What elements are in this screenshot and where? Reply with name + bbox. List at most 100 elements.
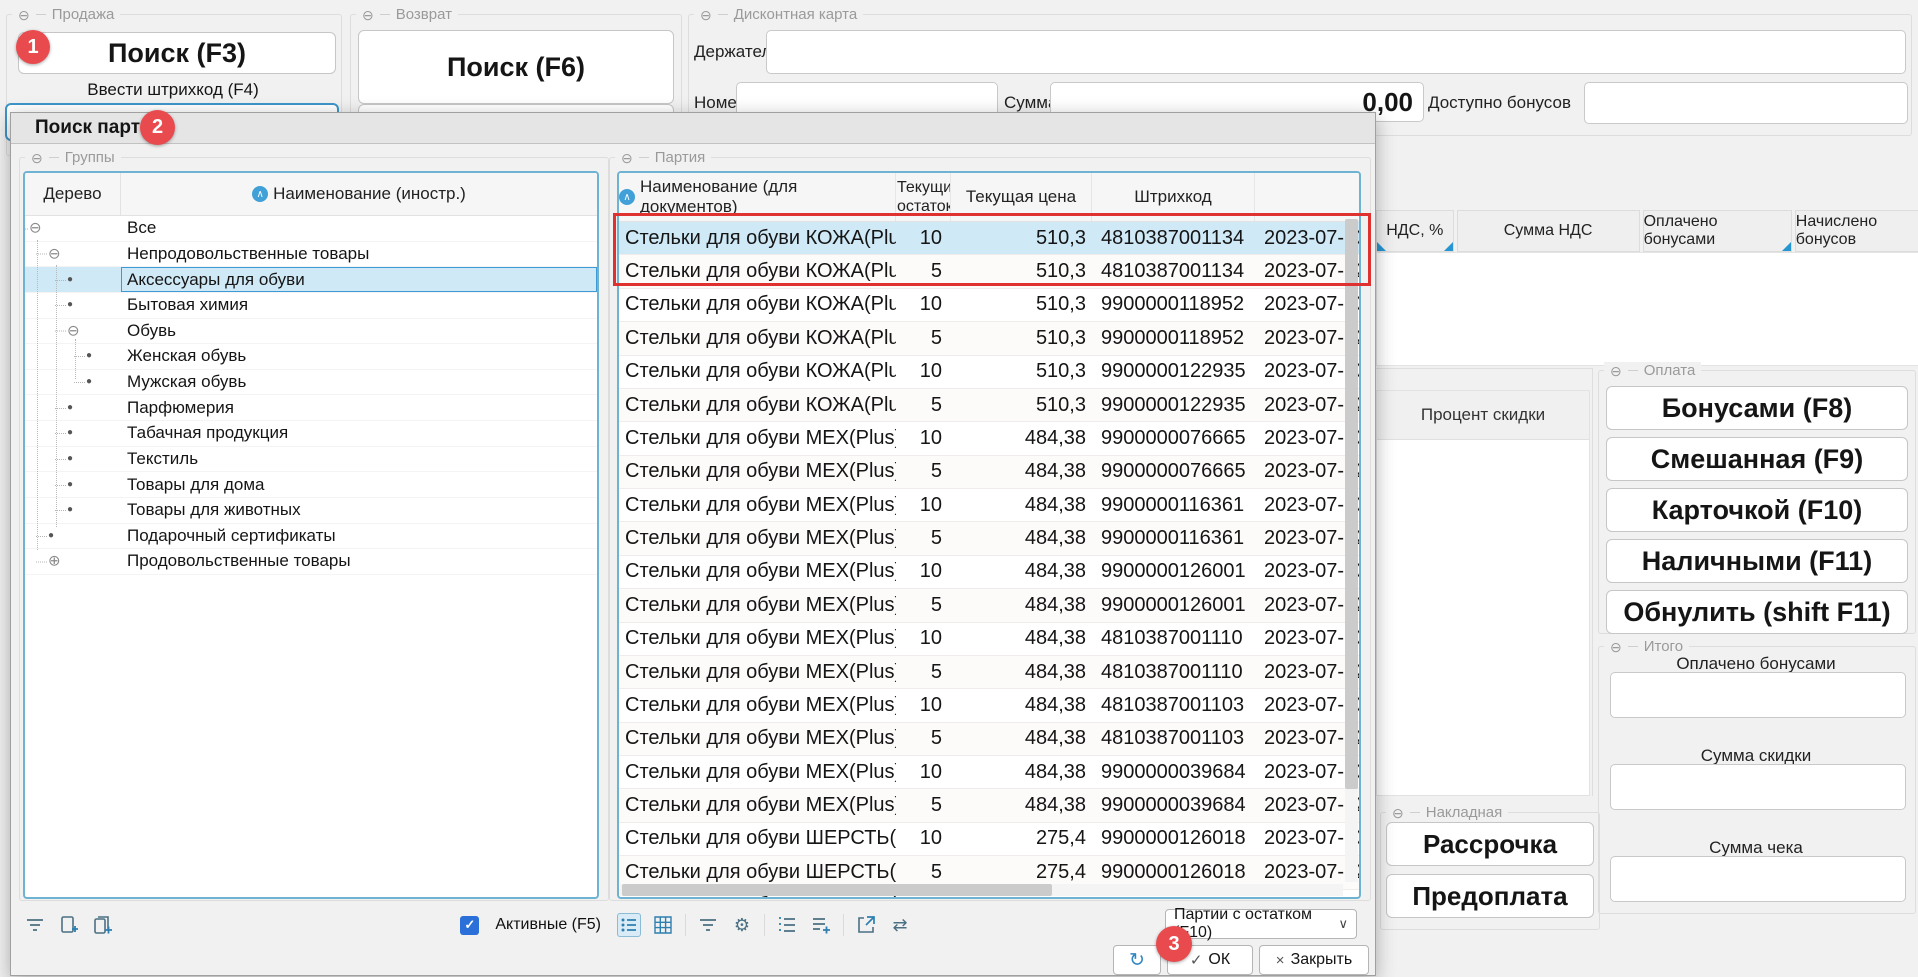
collapse-icon[interactable]: ⊖ <box>1610 364 1622 378</box>
tree-row[interactable]: ●Бытовая химия <box>25 293 597 319</box>
batch-table-row[interactable]: Стельки для обуви МЕХ(Plus) (5484,389900… <box>619 789 1359 822</box>
batch-table-row[interactable]: Стельки для обуви МЕХ(Plus) (10484,38990… <box>619 489 1359 522</box>
holder-input[interactable] <box>766 30 1906 74</box>
filter-icon[interactable] <box>23 913 47 937</box>
available-bonus-input[interactable] <box>1584 82 1908 124</box>
batch-table-row[interactable]: Стельки для обуви МЕХ(Plus) (5484,389900… <box>619 522 1359 555</box>
scrollbar-thumb[interactable] <box>1345 219 1358 789</box>
invoice-group-label: ⊖ Накладная <box>1386 804 1508 821</box>
horizontal-scrollbar[interactable] <box>620 884 1343 896</box>
tree-row[interactable]: ●Товары для животных <box>25 498 597 524</box>
batch-body: Стельки для обуви КОЖА(Plus10510,3481038… <box>619 222 1359 899</box>
collapse-icon[interactable]: ⊖ <box>700 8 712 22</box>
batch-table-row[interactable]: Стельки для обуви КОЖА(Plus5510,39900000… <box>619 322 1359 355</box>
batch-cell-qty: 10 <box>896 761 951 784</box>
filter-icon[interactable] <box>696 913 720 937</box>
batch-table-row[interactable]: Стельки для обуви КОЖА(Plus10510,3990000… <box>619 289 1359 322</box>
add-record-icon[interactable] <box>57 913 81 937</box>
collapse-icon[interactable]: ⊖ <box>67 323 80 338</box>
collapse-icon[interactable]: ⊖ <box>621 151 633 165</box>
batch-cell-date: 2023-07-12 <box>1255 394 1359 417</box>
divider <box>685 914 686 936</box>
expand-icon[interactable]: ⊕ <box>48 554 61 569</box>
column-header-name[interactable]: ∧ Наименование (иностр.) <box>121 173 597 215</box>
enter-barcode-button[interactable]: Ввести штрихкод (F4) <box>6 80 340 100</box>
settings-gear-icon[interactable]: ⚙ <box>730 913 754 937</box>
batch-cell-name: Стельки для обуви МЕХ(Plus) ( <box>619 661 896 684</box>
tree-row[interactable]: ●Товары для дома <box>25 472 597 498</box>
batch-table-row[interactable]: Стельки для обуви МЕХ(Plus) (10484,38990… <box>619 556 1359 589</box>
tree-row[interactable]: ●Мужская обувь <box>25 370 597 396</box>
column-header-tree[interactable]: Дерево <box>25 173 121 215</box>
collapse-icon[interactable]: ⊖ <box>1610 640 1622 654</box>
refresh-button[interactable]: ↻ <box>1113 945 1161 975</box>
dialog-titlebar[interactable]: Поиск партии <box>11 113 1375 144</box>
receipt-table-body[interactable] <box>1376 252 1918 366</box>
batch-table-row[interactable]: Стельки для обуви ШЕРСТЬ(Pl10275,4990000… <box>619 823 1359 856</box>
batch-cell-name: Стельки для обуви МЕХ(Plus) ( <box>619 494 896 517</box>
batch-table-row[interactable]: Стельки для обуви МЕХ(Plus) (10484,38481… <box>619 623 1359 656</box>
tree-row[interactable]: ⊖Обувь <box>25 319 597 345</box>
discount-percent-title: Процент скидки <box>1377 391 1589 440</box>
batch-table-row[interactable]: Стельки для обуви МЕХ(Plus) (10484,38990… <box>619 756 1359 789</box>
receipt-column-header[interactable]: Начислено бонусов <box>1795 210 1918 252</box>
invoice-button[interactable]: Рассрочка <box>1386 822 1594 866</box>
batch-cell-name: Стельки для обуви МЕХ(Plus) ( <box>619 727 896 750</box>
divider <box>639 157 649 158</box>
tree-row[interactable]: ●Парфюмерия <box>25 395 597 421</box>
payment-button[interactable]: Бонусами (F8) <box>1606 386 1908 430</box>
collapse-icon[interactable]: ⊖ <box>18 8 30 22</box>
tree-row[interactable]: ●Аксессуары для обуви <box>25 267 597 293</box>
batch-table-row[interactable]: Стельки для обуви КОЖА(Plus10510,3990000… <box>619 356 1359 389</box>
grid-view-icon[interactable] <box>651 913 675 937</box>
tree-row[interactable]: ●Табачная продукция <box>25 421 597 447</box>
list-view-icon[interactable] <box>617 913 641 937</box>
add-to-list-icon[interactable] <box>809 913 833 937</box>
tree-item-label: Аксессуары для обуви <box>121 267 597 292</box>
totals-field-input[interactable] <box>1610 672 1906 718</box>
add-records-icon[interactable] <box>91 913 115 937</box>
tree-row[interactable]: ●Подарочный сертификаты <box>25 524 597 550</box>
payment-button[interactable]: Наличными (F11) <box>1606 539 1908 583</box>
tree-row[interactable]: ●Женская обувь <box>25 344 597 370</box>
tree-cell-node: ● <box>25 524 121 549</box>
tree-row[interactable]: ⊖Все <box>25 216 597 242</box>
receipt-column-header-label: Начислено бонусов <box>1796 213 1918 249</box>
repeat-sync-icon[interactable]: ⇄ <box>888 913 912 937</box>
receipt-column-header[interactable]: НДС, % <box>1376 210 1454 252</box>
tree-row[interactable]: ⊖Непродовольственные товары <box>25 242 597 268</box>
vertical-scrollbar[interactable] <box>1345 219 1358 882</box>
receipt-column-header[interactable]: Сумма НДС <box>1457 210 1640 252</box>
batch-filter-select[interactable]: Партии с остатком (F10) ∨ <box>1165 909 1357 939</box>
batch-table-row[interactable]: Стельки для обуви МЕХ(Plus) (5484,389900… <box>619 456 1359 489</box>
totals-field-input[interactable] <box>1610 764 1906 810</box>
collapse-icon[interactable]: ⊖ <box>31 151 43 165</box>
active-checkbox[interactable]: ✓ <box>460 916 479 935</box>
totals-field-input[interactable] <box>1610 856 1906 902</box>
payment-button[interactable]: Обнулить (shift F11) <box>1606 590 1908 634</box>
tree-row[interactable]: ⊕Продовольственные товары <box>25 549 597 575</box>
collapse-icon[interactable]: ⊖ <box>362 8 374 22</box>
receipt-column-header[interactable]: Оплачено бонусами <box>1643 210 1792 252</box>
invoice-button[interactable]: Предоплата <box>1386 874 1594 918</box>
tree-row[interactable]: ●Текстиль <box>25 447 597 473</box>
discount-percent-panel: Процент скидки <box>1376 390 1590 796</box>
payment-button[interactable]: Смешанная (F9) <box>1606 437 1908 481</box>
close-button[interactable]: × Закрыть <box>1259 945 1369 975</box>
batch-table-row[interactable]: Стельки для обуви МЕХ(Plus) (5484,389900… <box>619 589 1359 622</box>
batch-table-row[interactable]: Стельки для обуви МЕХ(Plus) (10484,38481… <box>619 689 1359 722</box>
numbered-list-icon[interactable] <box>775 913 799 937</box>
scrollbar-thumb[interactable] <box>622 884 1052 896</box>
collapse-icon[interactable]: ⊖ <box>48 246 61 261</box>
payment-button[interactable]: Карточкой (F10) <box>1606 488 1908 532</box>
open-external-icon[interactable] <box>854 913 878 937</box>
collapse-icon[interactable]: ⊖ <box>1392 806 1404 820</box>
refund-search-button[interactable]: Поиск (F6) <box>358 30 674 104</box>
batch-table-row[interactable]: Стельки для обуви МЕХ(Plus) (5484,384810… <box>619 656 1359 689</box>
batch-cell-name: Стельки для обуви ШЕРСТЬ(Pl <box>619 861 896 884</box>
batch-table-row[interactable]: Стельки для обуви МЕХ(Plus) (5484,384810… <box>619 723 1359 756</box>
sale-search-button[interactable]: Поиск (F3) <box>18 32 336 74</box>
batch-table-row[interactable]: Стельки для обуви МЕХ(Plus) (10484,38990… <box>619 422 1359 455</box>
collapse-icon[interactable]: ⊖ <box>29 221 42 236</box>
batch-table-row[interactable]: Стельки для обуви КОЖА(Plus5510,39900000… <box>619 389 1359 422</box>
